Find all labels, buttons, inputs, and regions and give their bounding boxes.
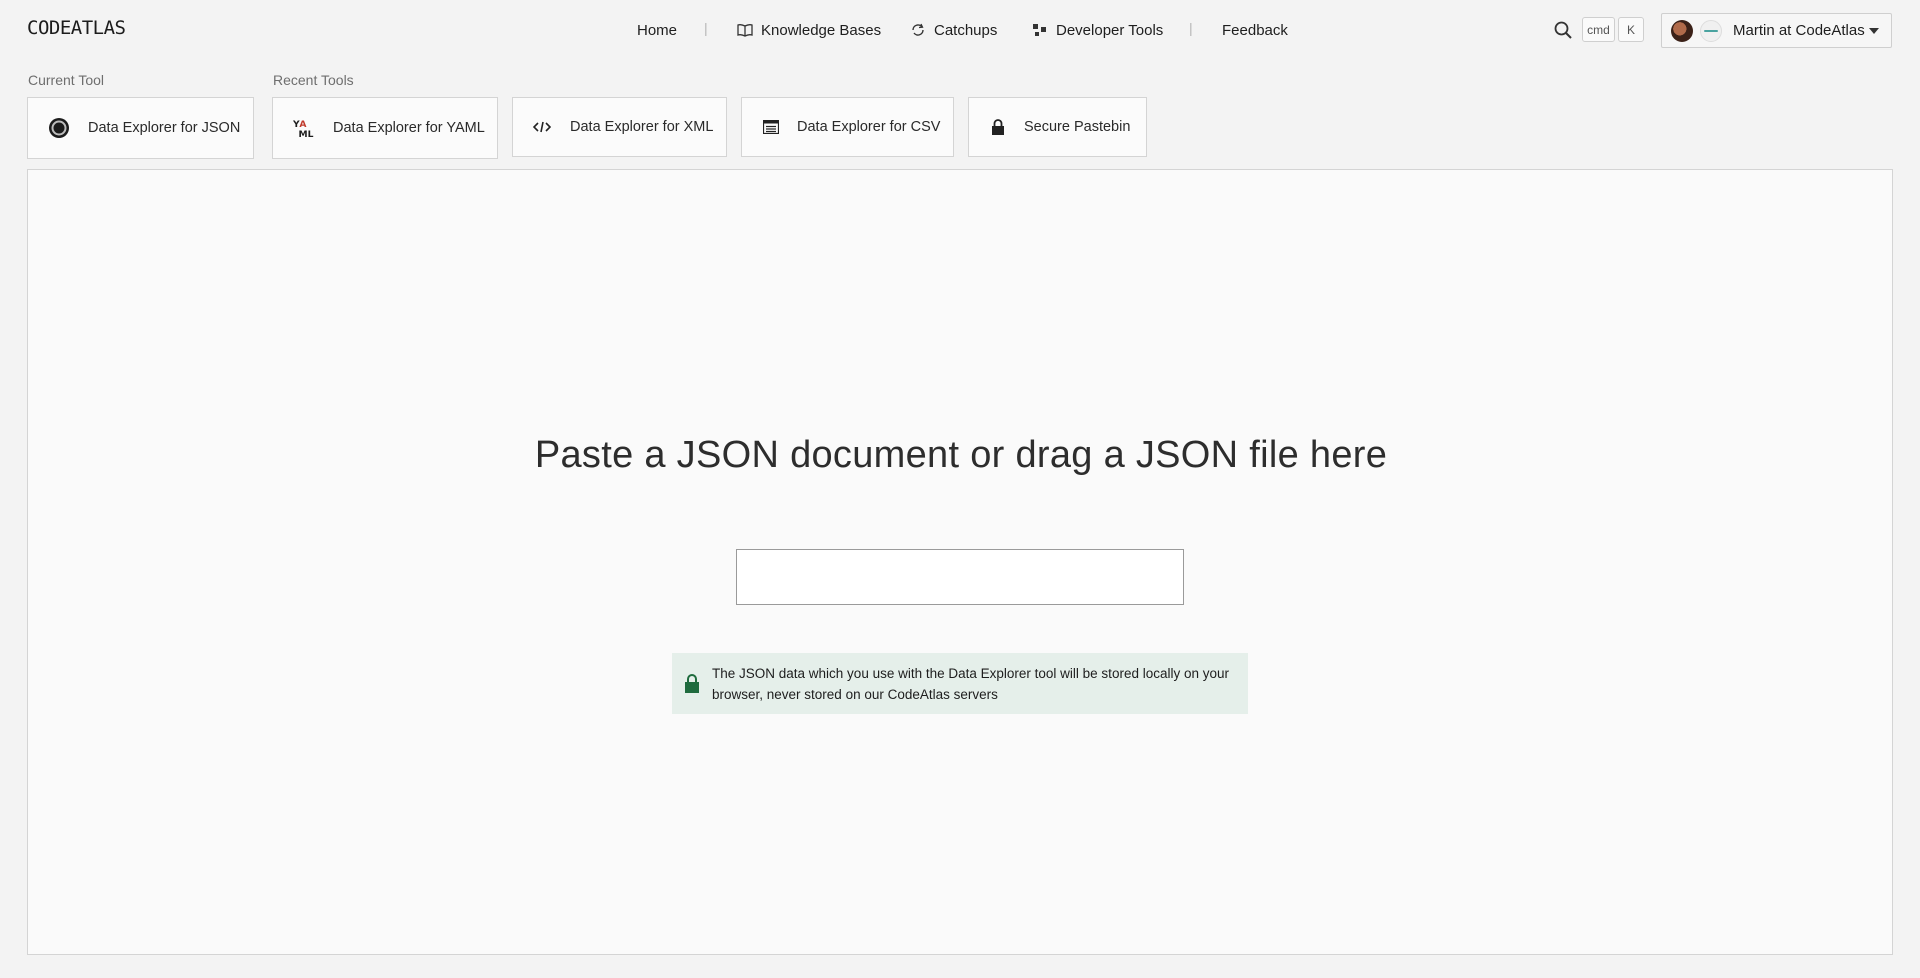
nav-catchups-label: Catchups [934, 21, 998, 39]
shortcut-key-cmd: cmd [1582, 17, 1615, 42]
top-bar: CODEATLAS Home | Knowledge Bases Catchup… [0, 0, 1920, 60]
recent-tools-label: Recent Tools [273, 72, 354, 88]
tool-card-csv[interactable]: Data Explorer for CSV [741, 97, 954, 157]
nav-developer-tools[interactable]: Developer Tools [1032, 20, 1163, 40]
nav-catchups[interactable]: Catchups [910, 20, 997, 40]
nav-feedback-label: Feedback [1222, 21, 1288, 39]
search-icon[interactable] [1553, 20, 1573, 40]
tool-card-yaml[interactable]: Y A ML Data Explorer for YAML [272, 97, 498, 159]
nav-separator: | [704, 20, 708, 36]
nav-knowledge-bases-label: Knowledge Bases [761, 21, 882, 39]
avatar [1671, 19, 1693, 42]
nav-developer-tools-label: Developer Tools [1056, 21, 1164, 39]
drop-zone-heading: Paste a JSON document or drag a JSON fil… [534, 434, 1388, 476]
org-avatar [1700, 19, 1722, 42]
lock-icon [987, 116, 1009, 138]
nav-home[interactable]: Home [637, 20, 677, 40]
tool-card-label: Data Explorer for YAML [333, 120, 485, 136]
privacy-notice-text: The JSON data which you use with the Dat… [712, 666, 1230, 702]
account-label: Martin at CodeAtlas [1733, 22, 1865, 39]
drop-zone[interactable]: Paste a JSON document or drag a JSON fil… [27, 169, 1893, 955]
developer-tools-icon [1033, 24, 1046, 36]
tool-card-label: Secure Pastebin [1024, 119, 1131, 135]
svg-text:ML: ML [299, 129, 314, 139]
tool-card-label: Data Explorer for XML [570, 119, 714, 135]
yaml-icon: Y A ML [293, 117, 315, 139]
tool-card-xml[interactable]: Data Explorer for XML [512, 97, 727, 157]
table-icon [760, 116, 782, 138]
current-tool-label: Current Tool [28, 72, 105, 88]
tool-card-json[interactable]: Data Explorer for JSON [27, 97, 254, 159]
refresh-icon [912, 23, 924, 36]
lock-icon [685, 674, 699, 693]
org-logo-icon [1704, 29, 1718, 32]
tool-card-label: Data Explorer for CSV [797, 119, 941, 135]
nav-separator: | [1189, 20, 1193, 36]
code-icon [531, 116, 553, 138]
nav-home-label: Home [637, 21, 678, 39]
tool-card-label: Data Explorer for JSON [88, 120, 241, 136]
tool-card-secure-pastebin[interactable]: Secure Pastebin [968, 97, 1147, 157]
json-icon [48, 117, 70, 139]
chevron-down-icon [1869, 28, 1879, 34]
book-icon [737, 24, 753, 37]
nav-knowledge-bases[interactable]: Knowledge Bases [737, 20, 881, 40]
account-switcher[interactable]: Martin at CodeAtlas [1661, 13, 1892, 48]
json-paste-input[interactable] [736, 549, 1184, 605]
shortcut-key-k: K [1618, 17, 1644, 42]
privacy-notice: The JSON data which you use with the Dat… [672, 653, 1248, 714]
nav-feedback[interactable]: Feedback [1222, 20, 1288, 40]
